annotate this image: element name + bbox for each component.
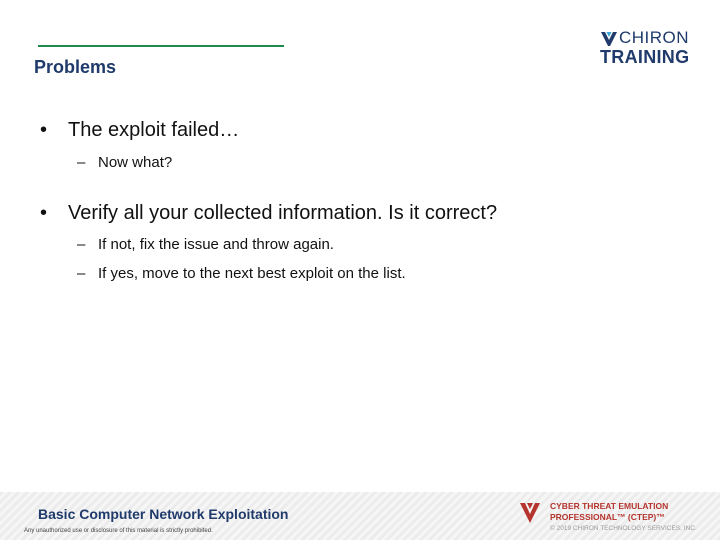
sub-bullet-text: If not, fix the issue and throw again. xyxy=(98,236,334,253)
bullet-text: Verify all your collected information. I… xyxy=(68,202,498,224)
copyright-text: © 2019 CHIRON TECHNOLOGY SERVICES, INC. xyxy=(550,525,697,532)
bullet-glyph: • xyxy=(40,202,48,224)
slide-footer: Basic Computer Network Exploitation Any … xyxy=(0,492,720,540)
sub-bullet-text: Now what? xyxy=(98,154,173,171)
logo-training-text: TRAINING xyxy=(600,47,690,67)
ctep-program-line1: CYBER THREAT EMULATION xyxy=(550,501,669,511)
bullet-text: The exploit failed… xyxy=(68,119,240,141)
logo-chiron-text: CHIRON xyxy=(619,28,690,47)
dash-glyph: – xyxy=(77,154,86,171)
bullet-glyph: • xyxy=(40,119,48,141)
chiron-training-logo: CHIRON TRAINING xyxy=(600,28,700,68)
title-underline xyxy=(38,45,284,47)
ctep-shield-icon xyxy=(520,503,540,523)
sub-bullet-text: If yes, move to the next best exploit on… xyxy=(98,265,406,282)
slide-title: Problems xyxy=(34,57,117,77)
dash-glyph: – xyxy=(77,265,86,282)
logo-top-row: CHIRON xyxy=(600,28,689,48)
ctep-program-line2: PROFESSIONAL™ (CTEP)™ xyxy=(550,512,665,522)
course-title: Basic Computer Network Exploitation xyxy=(38,506,289,522)
chiron-logo-icon xyxy=(601,32,617,46)
dash-glyph: – xyxy=(77,236,86,253)
usage-notice: Any unauthorized use or disclosure of th… xyxy=(24,528,213,534)
